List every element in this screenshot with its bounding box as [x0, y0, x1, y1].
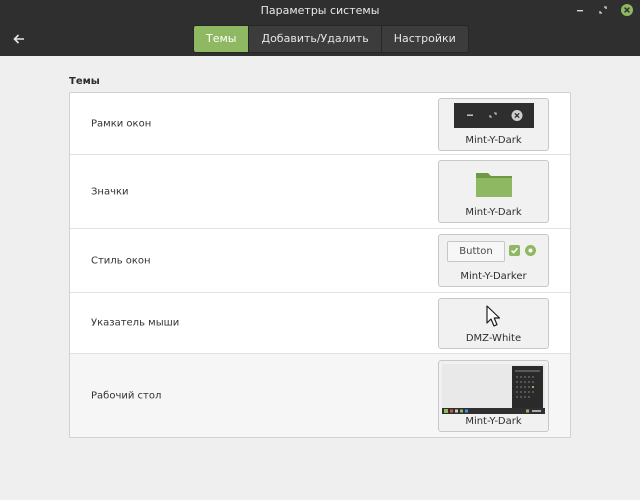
theme-name: Mint-Y-Dark: [465, 416, 522, 427]
maximize-button[interactable]: [596, 3, 610, 17]
themes-list: Рамки окон Mint-Y-Dark Значки Mint-Y-Dar…: [69, 92, 571, 438]
radio-checked-icon: [525, 245, 536, 256]
close-icon: [621, 4, 633, 16]
row-window-borders: Рамки окон Mint-Y-Dark: [70, 93, 570, 155]
section-title: Темы: [69, 76, 100, 87]
icons-chooser[interactable]: Mint-Y-Dark: [438, 160, 549, 223]
maximize-icon: [599, 6, 607, 14]
close-button[interactable]: [620, 3, 634, 17]
checkbox-checked-icon: [509, 245, 520, 256]
cursor-icon: [486, 305, 501, 327]
window-controls-icon: [454, 103, 534, 128]
window-title: Параметры системы: [260, 4, 380, 17]
theme-name: Mint-Y-Dark: [465, 207, 522, 218]
row-label: Значки: [91, 186, 129, 197]
tab-settings[interactable]: Настройки: [382, 26, 468, 52]
tab-add-remove[interactable]: Добавить/Удалить: [249, 26, 382, 52]
controls-chooser[interactable]: Button Mint-Y-Darker: [438, 234, 549, 287]
theme-name: DMZ-White: [465, 333, 522, 344]
minimize-button[interactable]: [573, 3, 587, 17]
row-label: Указатель мыши: [91, 317, 180, 329]
window-borders-chooser[interactable]: Mint-Y-Dark: [438, 98, 549, 151]
desktop-preview-icon: [442, 364, 545, 414]
minimize-icon: [577, 10, 583, 12]
mouse-pointer-chooser[interactable]: DMZ-White: [438, 298, 549, 349]
folder-icon: [476, 173, 512, 197]
theme-name: Mint-Y-Dark: [465, 135, 522, 146]
row-label: Рабочий стол: [91, 390, 162, 401]
theme-name: Mint-Y-Darker: [460, 271, 527, 282]
desktop-chooser[interactable]: Mint-Y-Dark: [438, 360, 549, 432]
row-mouse-pointer: Указатель мыши DMZ-White: [70, 293, 570, 354]
back-button[interactable]: [8, 28, 30, 50]
row-icons: Значки Mint-Y-Dark: [70, 155, 570, 229]
tab-bar: Темы Добавить/Удалить Настройки: [193, 25, 469, 53]
row-controls: Стиль окон Button Mint-Y-Darker: [70, 229, 570, 293]
header-bar: Параметры системы Темы Добавить/Удалить …: [0, 0, 640, 56]
row-label: Рамки окон: [91, 118, 152, 129]
back-arrow-icon: [13, 34, 24, 44]
tab-themes[interactable]: Темы: [194, 26, 250, 52]
sample-button: Button: [447, 241, 505, 262]
row-label: Стиль окон: [91, 255, 151, 266]
row-desktop: Рабочий стол Mint-Y-Dark: [70, 354, 570, 437]
